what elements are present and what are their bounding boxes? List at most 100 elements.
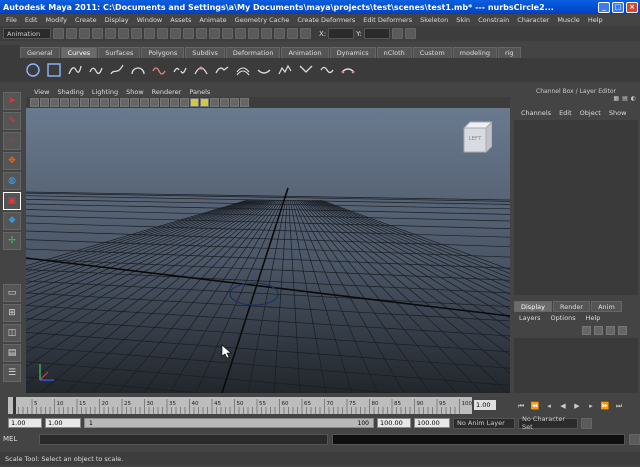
menu-set-dropdown[interactable]: Animation — [3, 28, 51, 39]
time-slider[interactable]: 5 10 15 20 25 30 35 40 45 50 55 60 65 70 75 80 85 90 95 100 — [8, 397, 472, 414]
wireframe-icon[interactable] — [140, 98, 149, 107]
bookmarks-icon[interactable] — [50, 98, 59, 107]
new-scene-icon[interactable] — [53, 28, 64, 39]
layer-tab-render[interactable]: Render — [552, 301, 591, 312]
shelf-tab-ncloth[interactable]: nCloth — [376, 47, 412, 58]
fillet-curve-icon[interactable] — [297, 61, 315, 79]
playback-end-field[interactable]: 100.00 — [377, 418, 411, 428]
rotate-tool-icon[interactable]: ◍ — [3, 172, 21, 190]
attach-curves-icon[interactable] — [150, 61, 168, 79]
go-to-end-icon[interactable]: ⏭ — [614, 401, 624, 411]
select-component-icon[interactable] — [118, 28, 129, 39]
layer-menu-help[interactable]: Help — [581, 314, 606, 322]
shelf-tab-dynamics[interactable]: Dynamics — [329, 47, 376, 58]
viewport[interactable]: LEFT — [26, 108, 510, 393]
gate-mask-icon[interactable] — [100, 98, 109, 107]
save-scene-icon[interactable] — [79, 28, 90, 39]
time-slider-marker[interactable] — [13, 397, 16, 414]
current-time-field[interactable]: 1.00 — [474, 400, 496, 410]
extend-curve-icon[interactable] — [213, 61, 231, 79]
auto-key-icon[interactable] — [581, 417, 592, 429]
ipr-render-icon[interactable] — [261, 28, 272, 39]
snap-point-icon[interactable] — [209, 28, 220, 39]
safe-title-icon[interactable] — [130, 98, 139, 107]
four-view-layout-icon[interactable]: ⊞ — [3, 304, 21, 322]
channel-box-menu-edit[interactable]: Edit — [555, 109, 576, 117]
play-forwards-icon[interactable]: ▶ — [572, 401, 582, 411]
new-layer-icon[interactable] — [606, 326, 615, 335]
isolate-select-icon[interactable] — [220, 98, 229, 107]
minimize-icon[interactable]: _ — [598, 1, 610, 13]
anim-layer-dropdown[interactable]: No Anim Layer — [453, 417, 515, 429]
render-icon[interactable] — [248, 28, 259, 39]
channel-box-area[interactable] — [514, 120, 638, 295]
ep-curve-icon[interactable] — [87, 61, 105, 79]
layer-tab-anim[interactable]: Anim — [591, 301, 622, 312]
shelf-tab-polygons[interactable]: Polygons — [141, 47, 185, 58]
mel-input[interactable] — [39, 433, 328, 445]
select-object-icon[interactable] — [105, 28, 116, 39]
attribute-editor-icon[interactable]: ◐ — [631, 95, 636, 102]
menu-constrain[interactable]: Constrain — [474, 16, 513, 24]
image-plane-icon[interactable] — [60, 98, 69, 107]
shelf-tab-general[interactable]: General — [20, 47, 60, 58]
single-view-layout-icon[interactable]: ▭ — [3, 284, 21, 302]
shelf-tab-subdivs[interactable]: Subdivs — [185, 47, 225, 58]
menu-window[interactable]: Window — [133, 16, 167, 24]
menu-edit-deformers[interactable]: Edit Deformers — [359, 16, 416, 24]
detach-curves-icon[interactable] — [171, 61, 189, 79]
view-cube[interactable]: LEFT — [458, 120, 494, 156]
snap-plane-icon[interactable] — [222, 28, 233, 39]
y-field[interactable] — [363, 28, 390, 39]
panel-menu-shading[interactable]: Shading — [53, 88, 87, 96]
frame-all-icon[interactable] — [240, 98, 249, 107]
step-forward-key-icon[interactable]: ⏩ — [600, 401, 610, 411]
go-to-start-icon[interactable]: ⏮ — [516, 401, 526, 411]
panel-menu-lighting[interactable]: Lighting — [88, 88, 122, 96]
x-field[interactable] — [328, 28, 355, 39]
panel-menu-view[interactable]: View — [30, 88, 53, 96]
panel-menu-show[interactable]: Show — [122, 88, 148, 96]
menu-skeleton[interactable]: Skeleton — [416, 16, 452, 24]
select-camera-icon[interactable] — [30, 98, 39, 107]
channel-box-menu-channels[interactable]: Channels — [517, 109, 555, 117]
shelf-tab-surfaces[interactable]: Surfaces — [98, 47, 141, 58]
scale-tool-icon[interactable]: ▣ — [3, 192, 21, 210]
rebuild-curve-icon[interactable] — [276, 61, 294, 79]
grid-toggle-icon[interactable] — [70, 98, 79, 107]
shelf-tab-custom[interactable]: Custom — [412, 47, 452, 58]
layer-list-area[interactable] — [514, 338, 638, 393]
smooth-curve-icon[interactable] — [339, 61, 357, 79]
shelf-tab-deformation[interactable]: Deformation — [225, 47, 281, 58]
menu-assets[interactable]: Assets — [166, 16, 195, 24]
insert-knot-icon[interactable] — [192, 61, 210, 79]
menu-help[interactable]: Help — [584, 16, 607, 24]
move-tool-icon[interactable]: ✥ — [3, 152, 21, 170]
menu-create[interactable]: Create — [71, 16, 101, 24]
nurbs-circle-icon[interactable] — [24, 61, 42, 79]
shelf-tab-rig[interactable]: rig — [497, 47, 521, 58]
range-slider[interactable]: 1 100 — [84, 418, 374, 428]
nurbs-square-icon[interactable] — [45, 61, 63, 79]
panel-menu-renderer[interactable]: Renderer — [148, 88, 186, 96]
manipulator-tool-icon[interactable]: ❖ — [3, 212, 21, 230]
layer-editor-icon[interactable]: ▤ — [622, 95, 628, 102]
layer-menu-layers[interactable]: Layers — [514, 314, 546, 322]
character-set-dropdown[interactable]: No Character Set — [518, 415, 578, 431]
menu-skin[interactable]: Skin — [452, 16, 474, 24]
select-hierarchy-icon[interactable] — [92, 28, 103, 39]
menu-muscle[interactable]: Muscle — [553, 16, 584, 24]
channel-box-menu-object[interactable]: Object — [576, 109, 605, 117]
channel-box-icon[interactable]: ▦ — [613, 95, 619, 102]
default-lighting-icon[interactable] — [190, 98, 199, 107]
persp-graph-layout-icon[interactable]: ▤ — [3, 344, 21, 362]
safe-action-icon[interactable] — [120, 98, 129, 107]
wireframe-on-shaded-icon[interactable] — [160, 98, 169, 107]
close-icon[interactable]: × — [626, 1, 638, 13]
menu-character[interactable]: Character — [513, 16, 553, 24]
snap-grid-icon[interactable] — [183, 28, 194, 39]
shelf-tab-curves[interactable]: Curves — [60, 47, 98, 58]
panel-menu-panels[interactable]: Panels — [185, 88, 214, 96]
lasso-tool-icon[interactable]: ✎ — [3, 112, 21, 130]
mask-icon-4[interactable] — [170, 28, 181, 39]
